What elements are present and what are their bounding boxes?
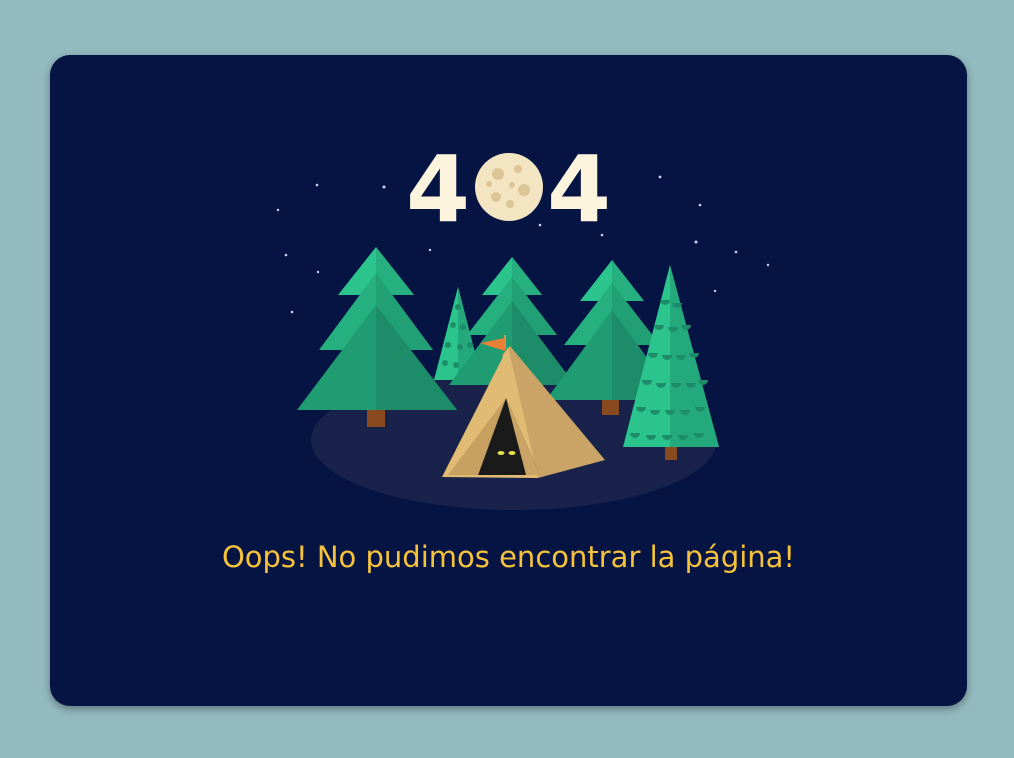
error-message: Oops! No pudimos encontrar la página! — [221, 540, 796, 574]
error-code-last-digit: 4 — [547, 136, 612, 243]
large-pine-tree-left — [297, 247, 457, 427]
moon-icon — [475, 153, 543, 221]
error-card: 4 4 Oops! No pudimos encontrar la página… — [50, 55, 967, 706]
error-code-first-digit: 4 — [406, 136, 471, 243]
